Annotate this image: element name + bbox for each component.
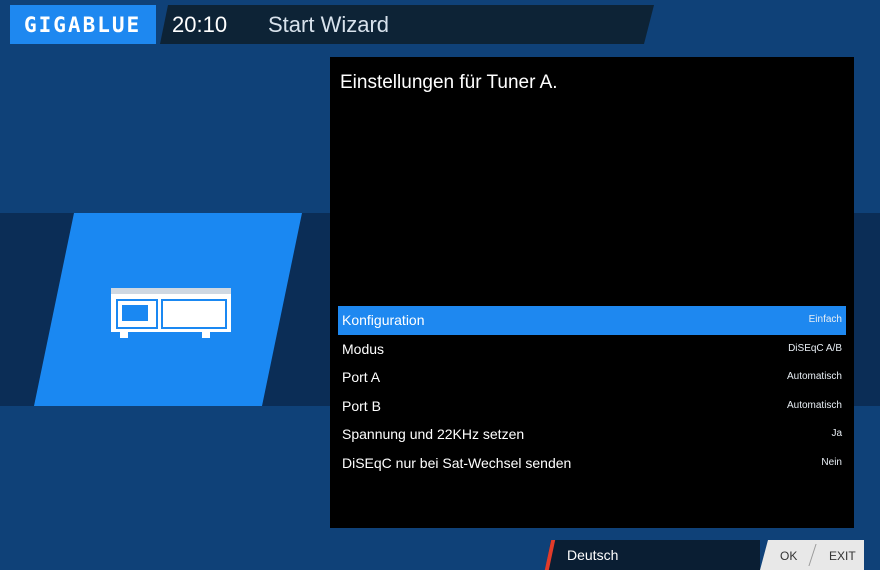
menu-item-port-a[interactable]: Port A Automatisch: [338, 363, 846, 392]
menu-item-label: DiSEqC nur bei Sat-Wechsel senden: [342, 454, 572, 471]
menu-item-value: Einfach: [808, 314, 842, 325]
menu-item-spannung[interactable]: Spannung und 22KHz setzen Ja: [338, 420, 846, 449]
menu-item-diseqc-sat-wechsel[interactable]: DiSEqC nur bei Sat-Wechsel senden Nein: [338, 449, 846, 478]
menu-item-value: DiSEqC A/B: [788, 342, 842, 354]
menu-item-modus[interactable]: Modus DiSEqC A/B: [338, 335, 846, 364]
menu-item-label: Konfiguration: [342, 312, 425, 328]
page-title: Start Wizard: [268, 12, 390, 37]
exit-button[interactable]: EXIT: [829, 549, 856, 563]
title-bar: [160, 5, 654, 44]
menu-item-label: Port B: [342, 397, 381, 414]
language-label: Deutsch: [567, 547, 619, 563]
brand-logo: GIGABLUE: [10, 5, 156, 44]
menu-item-value: Automatisch: [786, 371, 842, 382]
menu-item-value: Automatisch: [786, 399, 842, 411]
settings-menu: Konfiguration Einfach Modus DiSEqC A/B P…: [338, 306, 846, 477]
brand-logo-text: GIGABLUE: [24, 13, 142, 37]
bottom-bar: Deutsch OK EXIT: [0, 540, 880, 570]
tuner-settings-panel: Einstellungen für Tuner A. Konfiguration…: [330, 57, 854, 528]
menu-item-value: Ja: [831, 428, 842, 439]
menu-item-label: Modus: [342, 340, 385, 357]
ok-button[interactable]: OK: [780, 549, 797, 563]
panel-title: Einstellungen für Tuner A.: [340, 72, 558, 93]
menu-item-label: Port A: [342, 369, 381, 385]
set-top-box-icon: [111, 288, 231, 338]
screen: GIGABLUE 20:10 Start Wizard Einstellunge…: [0, 0, 880, 570]
top-bar: GIGABLUE 20:10 Start Wizard: [10, 5, 864, 44]
clock: 20:10: [172, 12, 228, 37]
menu-item-value: Nein: [821, 456, 842, 468]
menu-item-label: Spannung und 22KHz setzen: [342, 426, 525, 442]
menu-item-konfiguration[interactable]: Konfiguration Einfach: [338, 306, 846, 335]
menu-item-port-b[interactable]: Port B Automatisch: [338, 392, 846, 421]
